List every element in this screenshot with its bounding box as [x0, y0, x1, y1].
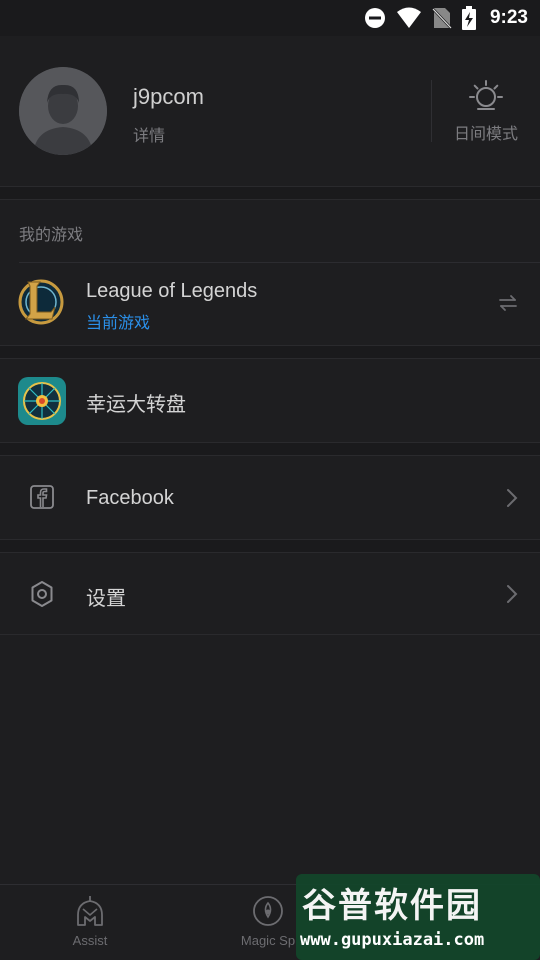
watermark-title: 谷普软件园: [302, 886, 482, 926]
section-separator: [0, 186, 540, 200]
battery-charging-icon: [461, 6, 476, 30]
chevron-right-icon: [506, 488, 518, 512]
username[interactable]: j9pcom: [133, 84, 204, 110]
status-time: 9:23: [489, 7, 528, 28]
section-separator: [0, 345, 540, 359]
my-games-title: 我的游戏: [19, 225, 84, 244]
day-mode-toggle[interactable]: 日间模式: [446, 80, 526, 150]
no-sim-icon: [432, 7, 452, 29]
league-of-legends-logo-icon: [18, 277, 64, 331]
game-name: League of Legends: [86, 280, 258, 302]
game-item-league-of-legends[interactable]: League of Legends 当前游戏: [0, 263, 540, 345]
watermark-url: www.gupuxiazai.com: [300, 930, 485, 950]
helmet-icon: [77, 896, 103, 926]
section-divider: [0, 634, 540, 635]
sun-icon: [469, 80, 503, 110]
chevron-right-icon: [506, 584, 518, 608]
facebook-menu-item[interactable]: Facebook: [0, 457, 540, 539]
settings-menu-item[interactable]: 设置: [0, 554, 540, 634]
nav-assist-label: Assist: [72, 933, 108, 948]
section-separator: [0, 442, 540, 456]
day-mode-label: 日间模式: [453, 124, 518, 143]
game-item-lucky-wheel[interactable]: 幸运大转盘: [0, 360, 540, 442]
details-link[interactable]: 详情: [133, 122, 165, 146]
status-bar: 9:23: [0, 0, 540, 36]
magic-orb-icon: [253, 896, 283, 926]
current-game-label: 当前游戏: [86, 313, 151, 332]
facebook-icon: [30, 485, 54, 513]
section-separator: [0, 539, 540, 553]
gear-icon: [28, 580, 56, 612]
lucky-wheel-app-icon: [18, 377, 66, 429]
game-name: 幸运大转盘: [86, 394, 186, 416]
vertical-divider: [431, 80, 432, 142]
switch-game-icon[interactable]: [498, 293, 518, 317]
settings-label: 设置: [86, 588, 126, 610]
watermark-logo: 谷普软件园 www.gupuxiazai.com: [296, 874, 540, 960]
profile-header[interactable]: j9pcom 详情 日间模式: [0, 36, 540, 186]
facebook-label: Facebook: [86, 487, 174, 509]
do-not-disturb-icon: [364, 7, 386, 29]
nav-assist[interactable]: Assist: [20, 885, 160, 960]
avatar[interactable]: [19, 67, 107, 155]
wifi-icon: [396, 7, 422, 29]
default-avatar-icon: [19, 67, 107, 155]
